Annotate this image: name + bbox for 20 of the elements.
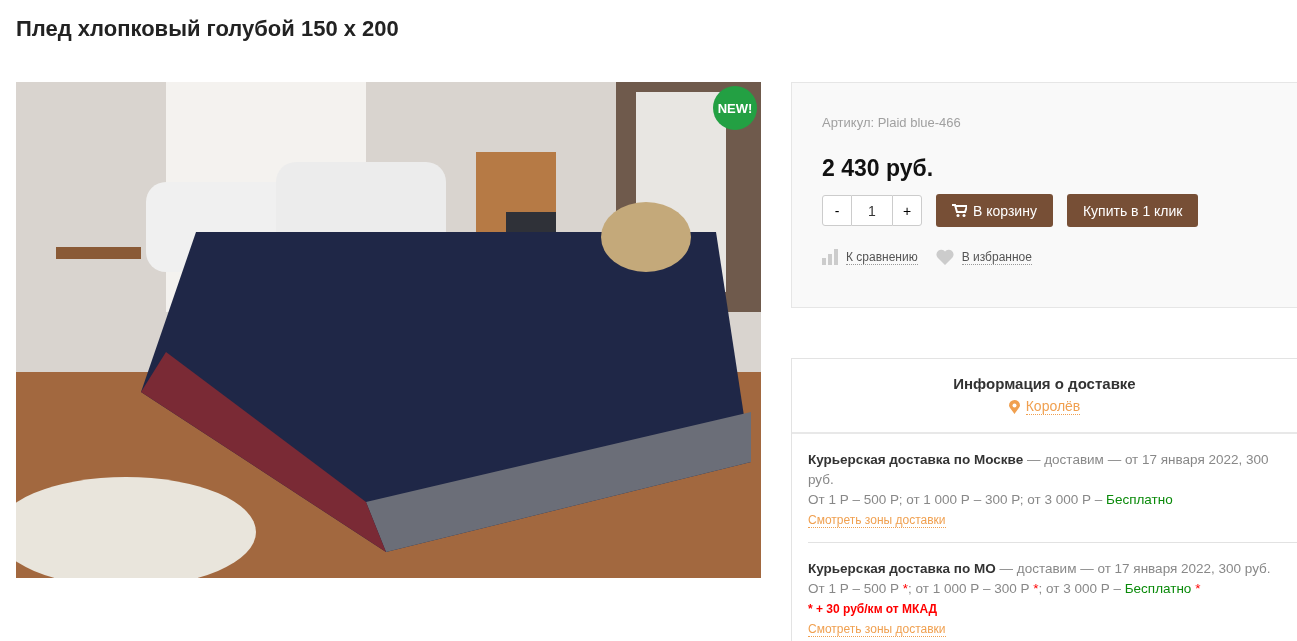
heart-icon — [935, 249, 954, 265]
quantity-field[interactable]: 1 — [852, 195, 892, 226]
location-pin-icon — [1008, 399, 1020, 414]
add-to-cart-button[interactable]: В корзину — [936, 194, 1053, 227]
cart-icon — [952, 204, 967, 217]
price-tiers: От 1 Р – 500 Р; от 1 000 Р – 300 Р; от 3 000 Р – Бесплатно — [808, 490, 1174, 509]
buy-button[interactable]: Купить в 1 клик — [1066, 194, 1199, 227]
increase-button[interactable]: + — [892, 195, 922, 226]
product-title: Плед хлопковый голубой 150 х 200 — [16, 16, 400, 43]
price: 2 430 руб. — [822, 155, 935, 182]
delivery-description: Курьерская доставка по МО — доставим — от 17 января 2022, 300 руб. — [808, 559, 1272, 578]
delivery-description: Курьерская доставка по Москве — доставим — от 17 января 2022, 300 руб. — [808, 450, 1270, 489]
delivery-title: Информация о доставке — [952, 375, 1137, 392]
surcharge-note: * + 30 руб/км от МКАД — [808, 600, 939, 618]
price-tiers: От 1 Р – 500 Р *; от 1 000 Р – 300 Р *; от 3 000 Р – Бесплатно * — [808, 579, 1202, 598]
favorite-link[interactable]: В избранное — [961, 249, 1032, 265]
sku-label: Артикул: Plaid blue-466 — [822, 115, 962, 130]
decrease-button[interactable]: - — [822, 195, 852, 226]
compare-link[interactable]: К сравнению — [846, 249, 918, 265]
bar-chart-icon — [822, 249, 838, 265]
